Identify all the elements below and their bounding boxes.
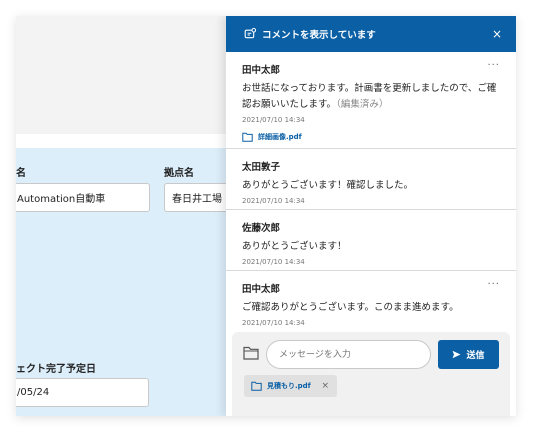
folder-icon (251, 381, 262, 391)
comment-panel: コメントを表示しています × 田中太郎 ··· お世話になっております。計画書を… (226, 16, 516, 416)
comment-timestamp: 2021/07/10 14:34 (242, 116, 305, 124)
chip-filename: 見積もり.pdf (267, 382, 311, 390)
comment-item: 田中太郎 ··· お世話になっております。計画書を更新しましたので、ご確認お願い… (226, 52, 516, 149)
completion-date-value: /05/24 (17, 387, 50, 398)
name-field[interactable]: Automation自動車 (16, 183, 150, 212)
panel-title: コメントを表示しています (262, 30, 376, 41)
folder-icon (242, 132, 253, 142)
comment-icon (244, 28, 256, 39)
panel-header: コメントを表示しています × (226, 16, 516, 52)
comment-timestamp: 2021/07/10 14:34 (242, 319, 305, 327)
attachment-chip: 見積もり.pdf × (244, 375, 337, 397)
send-button[interactable]: 送信 (438, 340, 499, 369)
send-icon (452, 350, 461, 359)
name-label: 名 (16, 168, 26, 179)
close-icon[interactable]: × (492, 27, 502, 41)
comment-body: ありがとうございます！ (242, 241, 347, 252)
comment-timestamp: 2021/07/10 14:34 (242, 197, 305, 205)
top-area (16, 16, 226, 134)
completion-date-label: ェクト完了予定日 (16, 364, 96, 375)
comment-author: 田中太郎 (242, 284, 281, 295)
base-field[interactable]: 春日井工場 (164, 183, 234, 212)
comment-body: お世話になっております。計画書を更新しましたので、ご確認お願いいたします。（編集… (242, 81, 500, 113)
comment-item: 田中太郎 ··· ご確認ありがとうございます。このまま進めます。 2021/07… (226, 271, 516, 331)
more-options-icon[interactable]: ··· (487, 279, 500, 290)
attachment-name: 詳細画像.pdf (258, 133, 302, 141)
comment-body: ありがとうございます！確認しました。 (242, 180, 414, 191)
name-value: Automation自動車 (17, 194, 106, 205)
comment-author: 佐藤次郎 (242, 223, 281, 234)
message-composer: 送信 見積もり.pdf × (232, 332, 510, 416)
remove-attachment-icon[interactable]: × (321, 381, 329, 391)
message-input[interactable] (266, 340, 431, 369)
completion-date-field[interactable]: /05/24 (16, 378, 149, 407)
attach-folder-icon[interactable] (243, 346, 259, 360)
comment-author: 田中太郎 (242, 65, 281, 76)
comment-timestamp: 2021/07/10 14:34 (242, 258, 305, 266)
comment-item: 太田敦子 ありがとうございます！確認しました。 2021/07/10 14:34 (226, 149, 516, 210)
base-label: 拠点名 (164, 168, 194, 179)
comment-author: 太田敦子 (242, 162, 281, 173)
send-label: 送信 (466, 351, 485, 361)
comment-item: 佐藤次郎 ありがとうございます！ 2021/07/10 14:34 (226, 210, 516, 271)
edited-label: （編集済み） (336, 99, 389, 110)
attachment-link[interactable]: 詳細画像.pdf (242, 132, 500, 142)
comment-body: ご確認ありがとうございます。このまま進めます。 (242, 302, 459, 313)
app-frame: 名 Automation自動車 拠点名 春日井工場 ェクト完了予定日 /05/2… (16, 16, 516, 416)
more-options-icon[interactable]: ··· (487, 60, 500, 71)
base-value: 春日井工場 (172, 194, 222, 205)
